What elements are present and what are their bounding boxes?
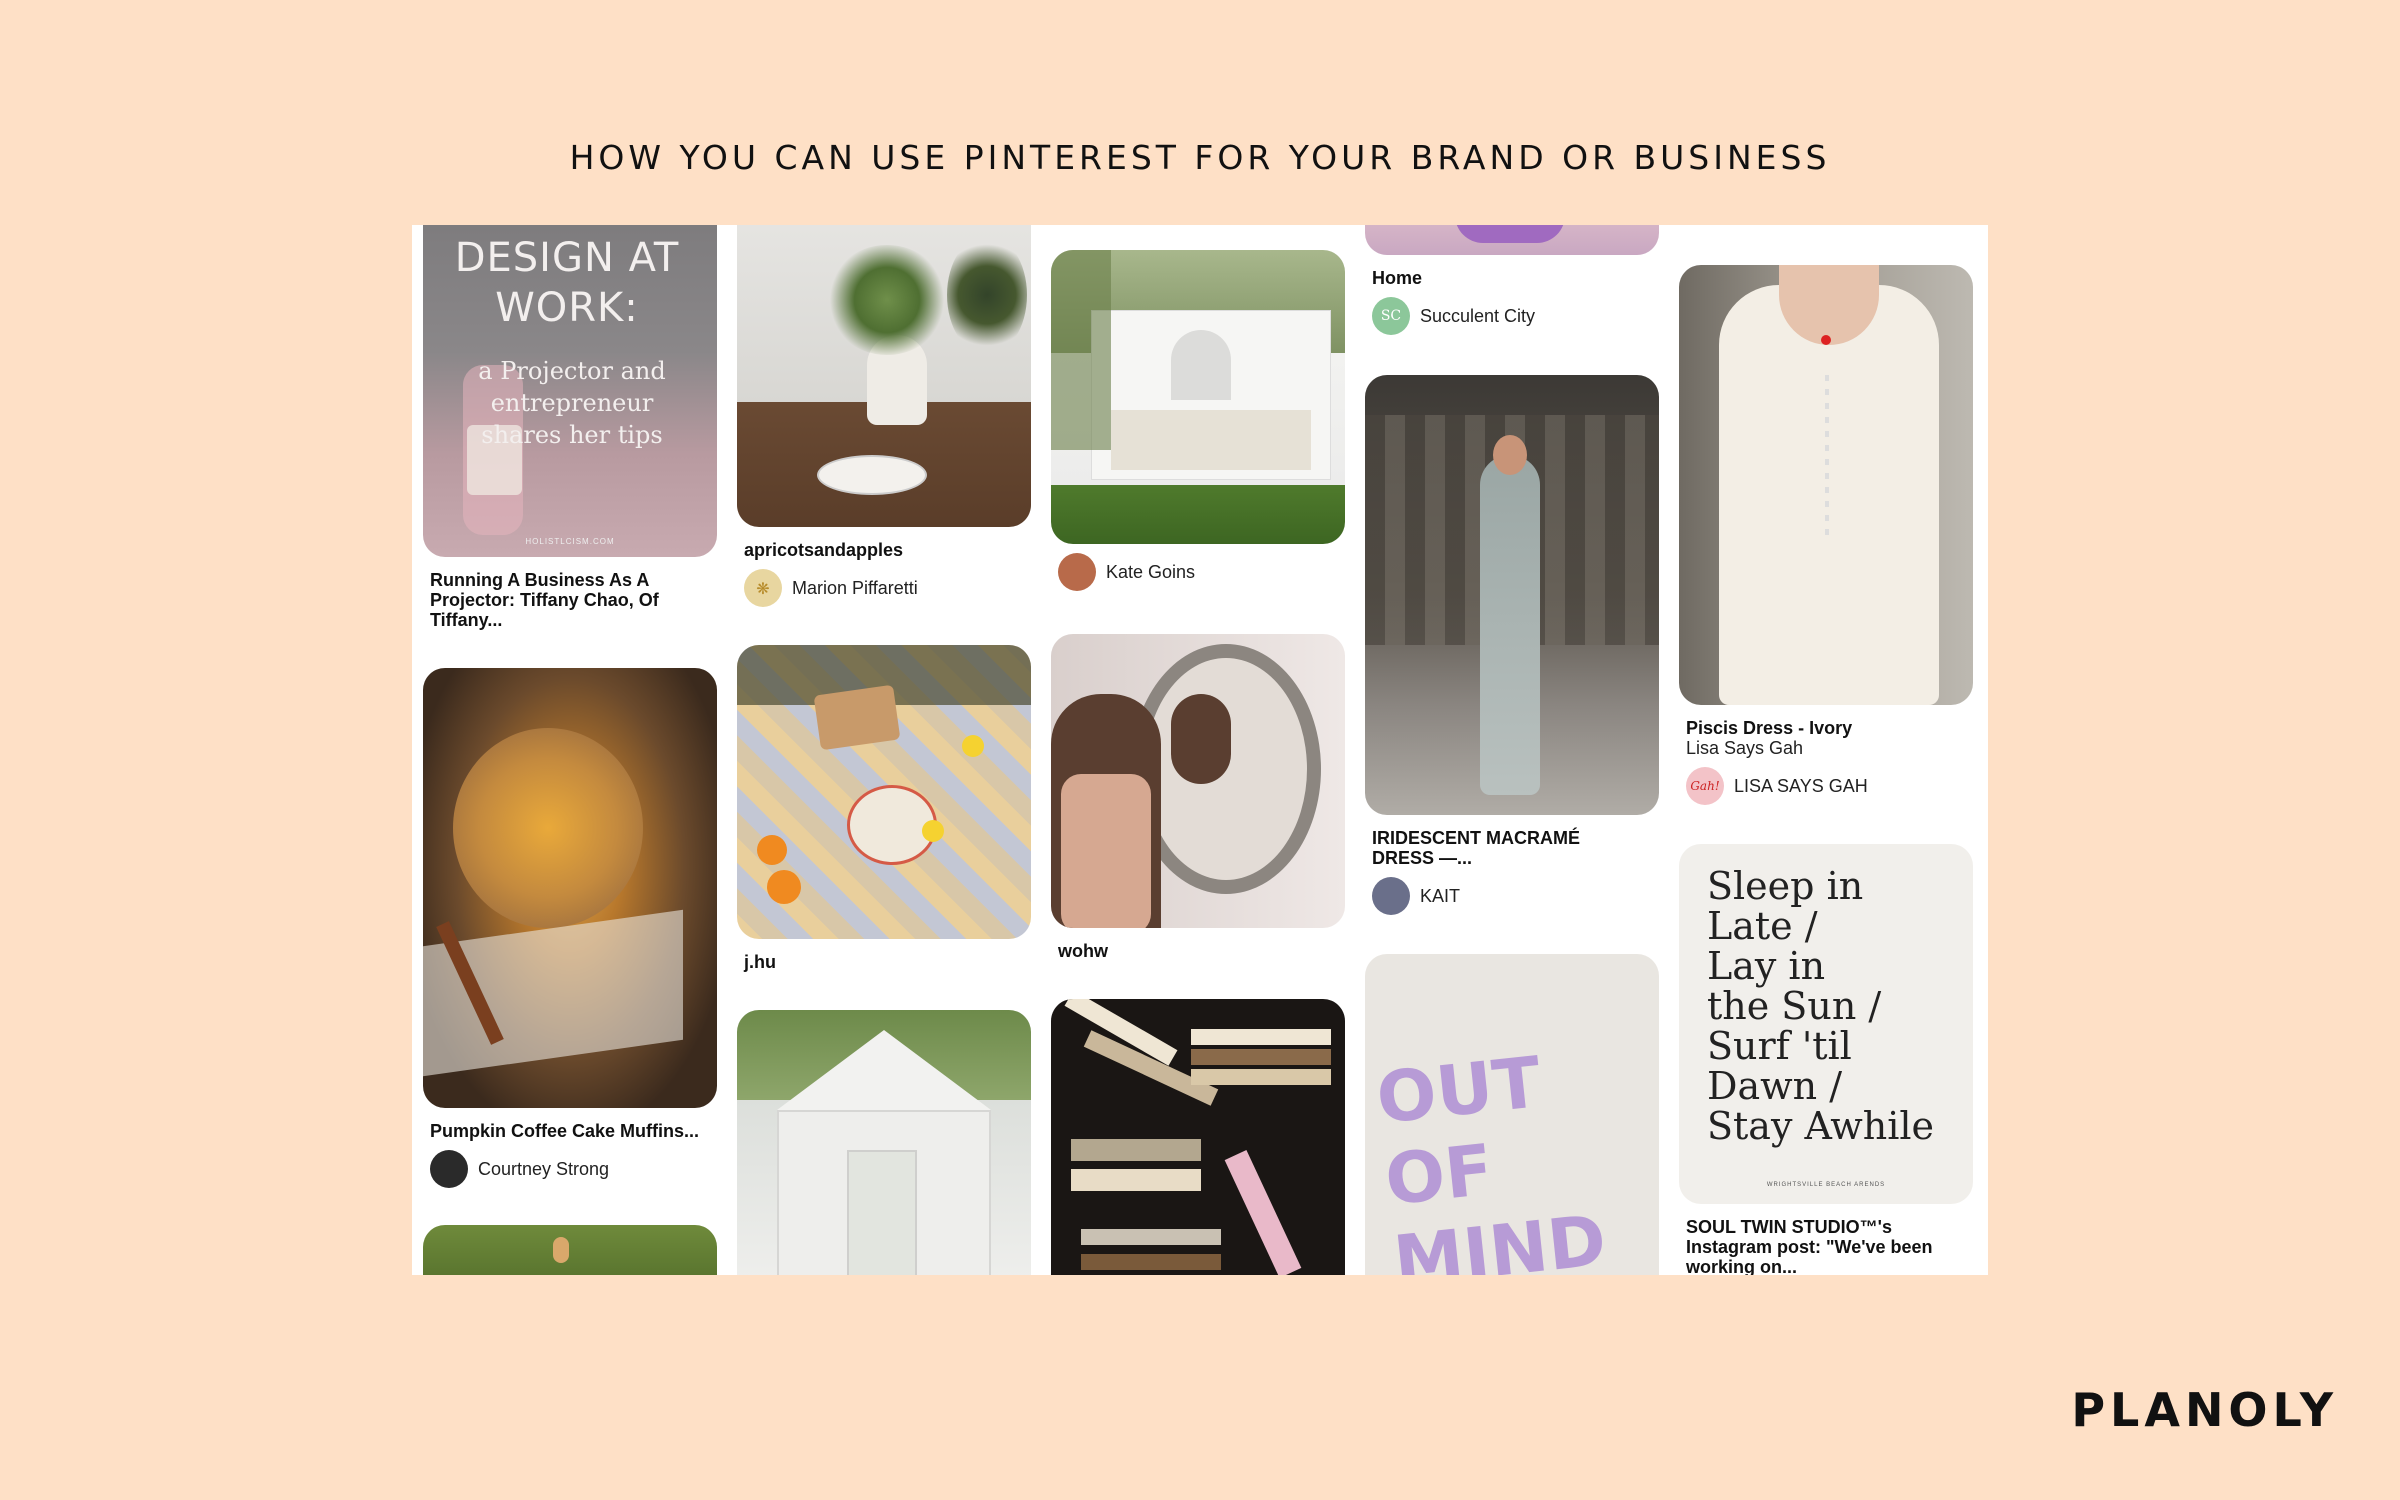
pin-image[interactable] [1679,265,1973,705]
page-headline: HOW YOU CAN USE PINTEREST FOR YOUR BRAND… [569,138,1831,177]
pin-books[interactable] [1051,999,1345,1275]
pin-image[interactable]: DESIGN AT WORK: a Projector and entrepre… [423,225,717,557]
pin-title[interactable]: Piscis Dress - Ivory [1679,718,1973,738]
avatar [1372,877,1410,915]
pin-muffins[interactable]: Pumpkin Coffee Cake Muffins... Courtney … [423,668,717,1188]
pin-image[interactable] [737,1010,1031,1275]
poem-line: Surf 'til [1707,1024,1852,1068]
poem-footer: WRIGHTSVILLE BEACH ARENDS [1766,1182,1886,1188]
pin-author[interactable]: Courtney Strong [423,1150,717,1188]
pin-title[interactable]: wohw [1051,941,1345,961]
pin-image[interactable] [1365,225,1659,255]
pin-subtitle: Lisa Says Gah [1686,738,1804,758]
poem: Sleep in Late / Lay in the Sun / Surf 't… [1707,866,1934,1146]
pin-image[interactable] [1051,634,1345,928]
pin-author[interactable]: SC Succulent City [1365,297,1659,335]
pin-piscis-dress[interactable]: Piscis Dress - Ivory Lisa Says Gah Gah! … [1679,265,1973,805]
author-name: Succulent City [1420,305,1536,326]
pin-greenhouse[interactable] [737,1010,1031,1275]
pin-table[interactable]: apricotsandapples ❋ Marion Piffaretti [737,225,1031,607]
pin-partial-grass[interactable] [423,1225,717,1275]
author-name: Marion Piffaretti [792,577,918,598]
pin-design-at-work[interactable]: DESIGN AT WORK: a Projector and entrepre… [423,225,717,630]
pin-title[interactable]: SOUL TWIN STUDIO™'s Instagram post: "We'… [1679,1217,1959,1275]
pin-mirror[interactable]: wohw [1051,634,1345,961]
pin-title[interactable]: Running A Business As A Projector: Tiffa… [423,570,703,630]
pin-image[interactable]: OUT OF MIND [1365,954,1659,1275]
pin-image[interactable] [1051,999,1345,1275]
author-name: LISA SAYS GAH [1734,775,1868,796]
poem-line: Sleep in [1707,864,1864,908]
pin-image[interactable] [423,668,717,1108]
pin-home[interactable]: Home SC Succulent City [1365,225,1659,335]
poem-line: Stay Awhile [1707,1104,1935,1148]
overlay-site: HOLISTLCISM.COM [525,537,615,546]
pin-title[interactable]: j.hu [737,952,1031,972]
pin-title[interactable]: Pumpkin Coffee Cake Muffins... [423,1121,717,1141]
pin-image[interactable] [737,645,1031,939]
overlay-title: DESIGN AT WORK: [454,235,680,331]
pin-image[interactable] [737,225,1031,527]
art-text: OUT OF MIND [1372,1041,1610,1275]
pin-author[interactable]: Gah! LISA SAYS GAH [1679,767,1973,805]
poem-line: the Sun / [1707,984,1882,1028]
pin-sleep-in[interactable]: Sleep in Late / Lay in the Sun / Surf 't… [1679,844,1973,1275]
pin-out-of-mind[interactable]: OUT OF MIND [1365,954,1659,1275]
pinterest-board: DESIGN AT WORK: a Projector and entrepre… [412,225,1988,1275]
avatar: Gah! [1686,767,1724,805]
pin-author[interactable]: KAIT [1365,877,1659,915]
pin-title[interactable]: IRIDESCENT MACRAMÉ DRESS —... [1365,828,1645,868]
avatar: ❋ [744,569,782,607]
pin-dress[interactable]: IRIDESCENT MACRAMÉ DRESS —... KAIT [1365,375,1659,915]
pin-image[interactable]: Sleep in Late / Lay in the Sun / Surf 't… [1679,844,1973,1204]
pin-image[interactable] [1365,375,1659,815]
poem-line: Dawn / [1707,1064,1843,1108]
avatar [430,1150,468,1188]
pin-image[interactable] [1051,250,1345,544]
author-name: Kate Goins [1106,561,1196,582]
pin-title[interactable]: Home [1365,268,1659,288]
pin-picnic[interactable]: j.hu [737,645,1031,972]
author-name: Courtney Strong [478,1158,610,1179]
pin-author[interactable]: Kate Goins [1051,553,1345,591]
author-name: KAIT [1420,885,1461,906]
planoly-logo: PLANOLY [2071,1383,2338,1437]
pin-image[interactable] [423,1225,717,1275]
poem-line: Lay in [1707,944,1826,988]
avatar: SC [1372,297,1410,335]
pin-author[interactable]: ❋ Marion Piffaretti [737,569,1031,607]
pin-title[interactable]: apricotsandapples [737,540,1031,560]
poem-line: Late / [1707,904,1818,948]
overlay-body: a Projector and entrepreneur shares her … [478,357,666,449]
pin-white-house[interactable]: Kate Goins [1051,250,1345,591]
avatar [1058,553,1096,591]
